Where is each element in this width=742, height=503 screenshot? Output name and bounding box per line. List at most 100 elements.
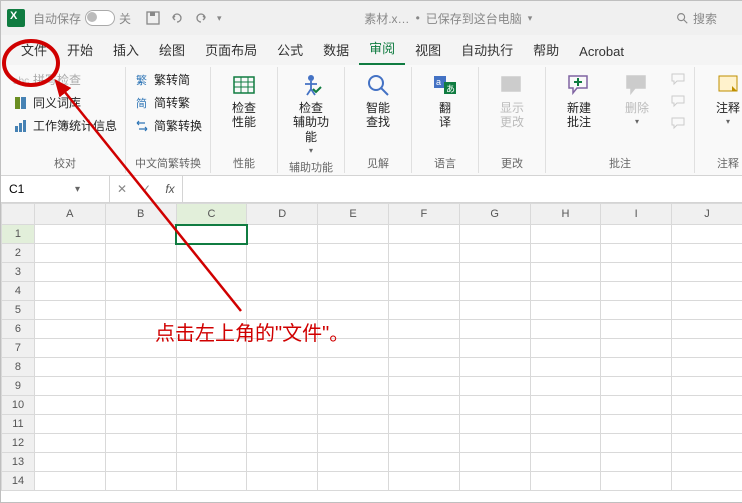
tab-view[interactable]: 视图 — [405, 34, 451, 65]
row-header-10[interactable]: 10 — [2, 396, 35, 415]
cell-I1[interactable] — [601, 225, 672, 244]
check-accessibility-button[interactable]: 检查 辅助功能 ▾ — [284, 69, 338, 157]
tab-layout[interactable]: 页面布局 — [195, 34, 267, 65]
cell-I11[interactable] — [601, 415, 672, 434]
cell-H4[interactable] — [530, 282, 601, 301]
cell-A8[interactable] — [34, 358, 105, 377]
cell-D3[interactable] — [247, 263, 318, 282]
cell-D11[interactable] — [247, 415, 318, 434]
cell-F2[interactable] — [388, 244, 459, 263]
cell-E12[interactable] — [318, 434, 389, 453]
cell-C11[interactable] — [176, 415, 247, 434]
cell-B1[interactable] — [105, 225, 176, 244]
cell-E2[interactable] — [318, 244, 389, 263]
cell-A12[interactable] — [34, 434, 105, 453]
cell-G11[interactable] — [459, 415, 530, 434]
thesaurus-button[interactable]: 同义词库 — [11, 92, 119, 113]
cell-J4[interactable] — [672, 282, 742, 301]
row-header-11[interactable]: 11 — [2, 415, 35, 434]
tab-review[interactable]: 审阅 — [359, 32, 405, 65]
cell-G9[interactable] — [459, 377, 530, 396]
check-performance-button[interactable]: 检查 性能 — [217, 69, 271, 132]
row-header-3[interactable]: 3 — [2, 263, 35, 282]
cell-H14[interactable] — [530, 472, 601, 491]
cell-C6[interactable] — [176, 320, 247, 339]
notes-button[interactable]: 注释 ▾ — [701, 69, 742, 128]
cell-A7[interactable] — [34, 339, 105, 358]
row-header-12[interactable]: 12 — [2, 434, 35, 453]
cell-D7[interactable] — [247, 339, 318, 358]
cell-C4[interactable] — [176, 282, 247, 301]
cell-G4[interactable] — [459, 282, 530, 301]
row-header-2[interactable]: 2 — [2, 244, 35, 263]
cell-B5[interactable] — [105, 301, 176, 320]
cell-H7[interactable] — [530, 339, 601, 358]
col-header-D[interactable]: D — [247, 204, 318, 225]
cell-B6[interactable] — [105, 320, 176, 339]
cell-G13[interactable] — [459, 453, 530, 472]
toggle-switch[interactable] — [85, 10, 115, 26]
spell-check-button[interactable]: abc 拼写检查 — [11, 69, 119, 90]
cell-F5[interactable] — [388, 301, 459, 320]
cell-A4[interactable] — [34, 282, 105, 301]
cell-G1[interactable] — [459, 225, 530, 244]
cell-G14[interactable] — [459, 472, 530, 491]
cell-I10[interactable] — [601, 396, 672, 415]
cell-J14[interactable] — [672, 472, 742, 491]
cell-B11[interactable] — [105, 415, 176, 434]
fx-icon[interactable]: fx — [158, 182, 182, 196]
tab-file[interactable]: 文件 — [11, 34, 57, 65]
cell-E5[interactable] — [318, 301, 389, 320]
cell-F13[interactable] — [388, 453, 459, 472]
cell-C12[interactable] — [176, 434, 247, 453]
cell-A9[interactable] — [34, 377, 105, 396]
cell-A2[interactable] — [34, 244, 105, 263]
col-header-I[interactable]: I — [601, 204, 672, 225]
tab-automate[interactable]: 自动执行 — [451, 34, 523, 65]
cell-E6[interactable] — [318, 320, 389, 339]
cell-D14[interactable] — [247, 472, 318, 491]
cell-D12[interactable] — [247, 434, 318, 453]
row-header-1[interactable]: 1 — [2, 225, 35, 244]
cell-G10[interactable] — [459, 396, 530, 415]
cell-F9[interactable] — [388, 377, 459, 396]
col-header-C[interactable]: C — [176, 204, 247, 225]
cell-I12[interactable] — [601, 434, 672, 453]
row-header-8[interactable]: 8 — [2, 358, 35, 377]
cell-D4[interactable] — [247, 282, 318, 301]
cell-G5[interactable] — [459, 301, 530, 320]
tab-acrobat[interactable]: Acrobat — [569, 38, 634, 65]
cell-J9[interactable] — [672, 377, 742, 396]
cell-D10[interactable] — [247, 396, 318, 415]
cell-E1[interactable] — [318, 225, 389, 244]
tab-data[interactable]: 数据 — [313, 34, 359, 65]
col-header-E[interactable]: E — [318, 204, 389, 225]
cell-B7[interactable] — [105, 339, 176, 358]
cell-A3[interactable] — [34, 263, 105, 282]
cell-J12[interactable] — [672, 434, 742, 453]
cell-E9[interactable] — [318, 377, 389, 396]
cell-H5[interactable] — [530, 301, 601, 320]
select-all-corner[interactable] — [2, 204, 35, 225]
simp-to-trad-button[interactable]: 简 简转繁 — [132, 92, 204, 113]
undo-icon[interactable] — [169, 10, 185, 26]
cell-B13[interactable] — [105, 453, 176, 472]
cell-I8[interactable] — [601, 358, 672, 377]
cell-I6[interactable] — [601, 320, 672, 339]
cell-J2[interactable] — [672, 244, 742, 263]
cell-A6[interactable] — [34, 320, 105, 339]
cell-H13[interactable] — [530, 453, 601, 472]
cell-C13[interactable] — [176, 453, 247, 472]
cell-E4[interactable] — [318, 282, 389, 301]
cell-G12[interactable] — [459, 434, 530, 453]
translate-button[interactable]: aあ 翻 译 — [418, 69, 472, 132]
col-header-H[interactable]: H — [530, 204, 601, 225]
cell-B10[interactable] — [105, 396, 176, 415]
cell-H10[interactable] — [530, 396, 601, 415]
cell-A5[interactable] — [34, 301, 105, 320]
name-box-input[interactable] — [7, 181, 71, 197]
cell-H2[interactable] — [530, 244, 601, 263]
cell-F14[interactable] — [388, 472, 459, 491]
cell-D8[interactable] — [247, 358, 318, 377]
cell-C8[interactable] — [176, 358, 247, 377]
